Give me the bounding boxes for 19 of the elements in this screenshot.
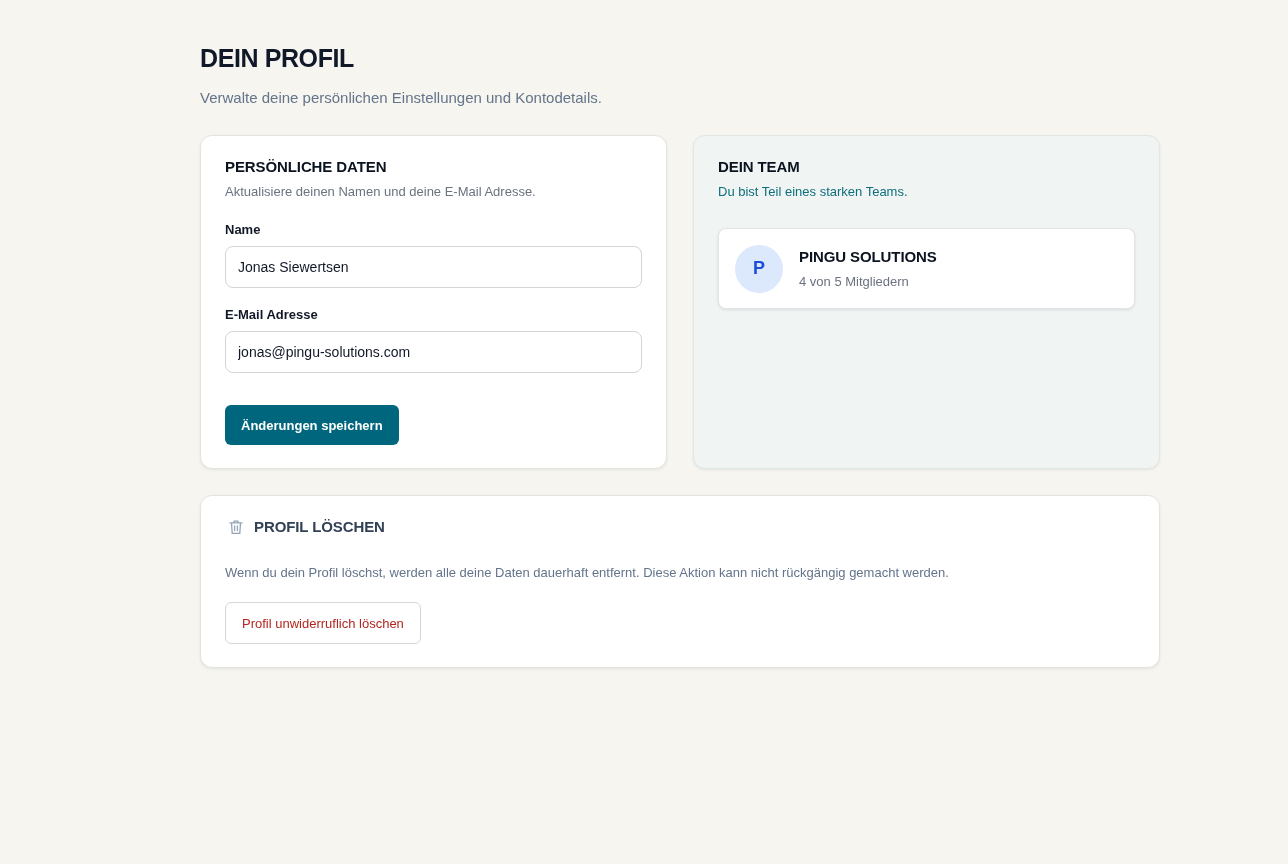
delete-warning-text: Wenn du dein Profil löschst, werden alle deine Daten dauerhaft entfernt. Diese Aktion kann nicht rückgängig gemacht werden. xyxy=(225,564,949,582)
card-title: DEIN TEAM xyxy=(718,157,800,177)
field-label: E-Mail Adresse xyxy=(225,306,318,324)
trash-icon xyxy=(228,519,244,535)
team-name: PINGU SOLUTIONS xyxy=(799,246,937,267)
card-subtitle: Du bist Teil eines starken Teams. xyxy=(718,183,908,201)
card-subtitle: Aktualisiere deinen Namen und deine E-Mail Adresse. xyxy=(225,183,536,201)
delete-profile-button[interactable]: Profil unwiderruflich löschen xyxy=(225,602,421,644)
page-title: DEIN PROFIL xyxy=(200,43,354,74)
team-member-count: 4 von 5 Mitgliedern xyxy=(799,272,909,291)
field-label: Name xyxy=(225,221,261,239)
page-subtitle: Verwalte deine persönlichen Einstellungen und Kontodetails. xyxy=(200,88,602,108)
input-field[interactable]: Jonas Siewertsen xyxy=(225,246,642,288)
team-initial: P xyxy=(735,244,783,293)
save-button[interactable]: Änderungen speichern xyxy=(225,405,399,445)
team-entry[interactable]: P PINGU SOLUTIONS 4 von 5 Mitgliedern xyxy=(718,228,1135,309)
card-title: PROFIL LÖSCHEN xyxy=(254,517,385,537)
card-title: PERSÖNLICHE DATEN xyxy=(225,157,387,177)
input-field[interactable]: jonas@pingu-solutions.com xyxy=(225,331,642,373)
